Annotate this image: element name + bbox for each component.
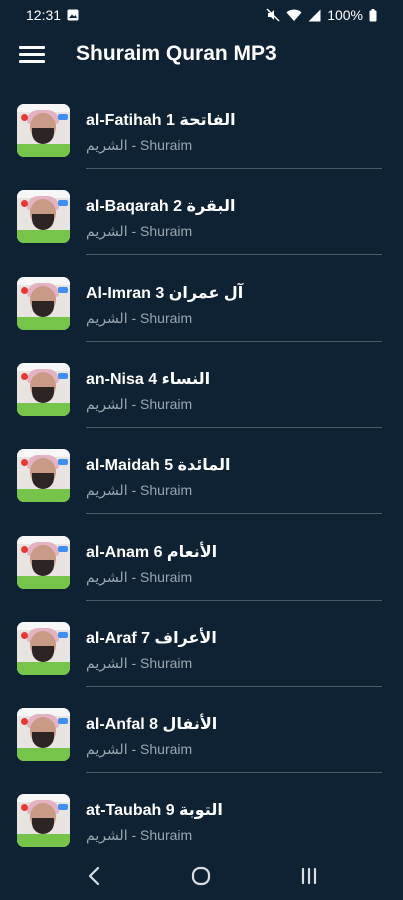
gallery-icon <box>67 9 79 21</box>
surah-title: al-Araf الأعراف 7 <box>86 629 217 647</box>
recents-icon <box>302 867 317 885</box>
status-right: 100% <box>266 7 377 23</box>
surah-list[interactable]: al-Fatihah الفاتحة 1 الشريم - Shuraim al-B… <box>0 78 403 852</box>
list-item[interactable]: al-Maidah المائدة 5 الشريم - Shuraim <box>0 423 403 515</box>
reciter-subtitle: الشريم - Shuraim <box>86 482 193 499</box>
list-item[interactable]: al-Anfal الأنفال 8 الشريم - Shuraim <box>0 682 403 774</box>
list-item[interactable]: at-Taubah التوبة 9 الشريم - Shuraim <box>0 768 403 852</box>
battery-icon <box>369 8 377 21</box>
surah-title: an-Nisa النساء 4 <box>86 370 211 388</box>
surah-title: al-Maidah المائدة 5 <box>86 457 231 475</box>
home-button[interactable] <box>171 856 231 896</box>
reciter-subtitle: الشريم - Shuraim <box>86 827 193 844</box>
mute-icon <box>266 8 280 22</box>
surah-title: al-Baqarah البقرة 2 <box>86 198 236 216</box>
list-item[interactable]: al-Baqarah البقرة 2 الشريم - Shuraim <box>0 164 403 256</box>
surah-title: al-Anam الأنعام 6 <box>86 543 218 561</box>
surah-title: at-Taubah التوبة 9 <box>86 802 223 820</box>
reciter-thumbnail <box>17 362 70 416</box>
status-bar: 12:31 100% <box>0 0 403 30</box>
app-bar: Shuraim Quran MP3 <box>0 30 403 78</box>
wifi-icon <box>286 9 302 21</box>
menu-icon[interactable] <box>19 45 45 63</box>
list-item[interactable]: al-Araf الأعراف 7 الشريم - Shuraim <box>0 596 403 687</box>
app-title: Shuraim Quran MP3 <box>76 42 277 65</box>
reciter-subtitle: الشريم - Shuraim <box>86 137 193 153</box>
surah-title: al-Anfal الأنفال 8 <box>86 716 218 734</box>
signal-icon <box>308 9 321 21</box>
status-time: 12:31 <box>26 7 62 23</box>
reciter-subtitle: الشريم - Shuraim <box>86 568 193 585</box>
recents-button[interactable] <box>279 856 339 896</box>
reciter-thumbnail <box>17 190 70 244</box>
surah-title: Al-Imran آل عمران 3 <box>86 284 244 302</box>
reciter-thumbnail <box>17 621 70 675</box>
reciter-thumbnail <box>17 276 70 330</box>
list-item[interactable]: Al-Imran آل عمران 3 الشريم - Shuraim <box>0 251 403 342</box>
list-item[interactable]: al-Anam الأنعام 6 الشريم - Shuraim <box>0 510 403 601</box>
home-icon <box>192 866 211 886</box>
status-left: 12:31 <box>26 7 79 23</box>
reciter-thumbnail <box>17 794 70 848</box>
list-item[interactable]: al-Fatihah الفاتحة 1 الشريم - Shuraim <box>0 78 403 169</box>
reciter-thumbnail <box>17 535 70 589</box>
reciter-subtitle: الشريم - Shuraim <box>86 223 193 240</box>
reciter-subtitle: الشريم - Shuraim <box>86 654 193 671</box>
reciter-subtitle: الشريم - Shuraim <box>86 395 193 412</box>
back-icon <box>88 866 99 886</box>
reciter-thumbnail <box>17 708 70 762</box>
reciter-subtitle: الشريم - Shuraim <box>86 309 193 326</box>
surah-title: al-Fatihah الفاتحة 1 <box>86 112 236 129</box>
navigation-bar <box>0 852 403 900</box>
battery-percent: 100% <box>327 7 363 23</box>
list-item[interactable]: an-Nisa النساء 4 الشريم - Shuraim <box>0 337 403 428</box>
back-button[interactable] <box>64 856 124 896</box>
reciter-thumbnail <box>17 104 70 157</box>
reciter-subtitle: الشريم - Shuraim <box>86 741 193 758</box>
reciter-thumbnail <box>17 449 70 503</box>
